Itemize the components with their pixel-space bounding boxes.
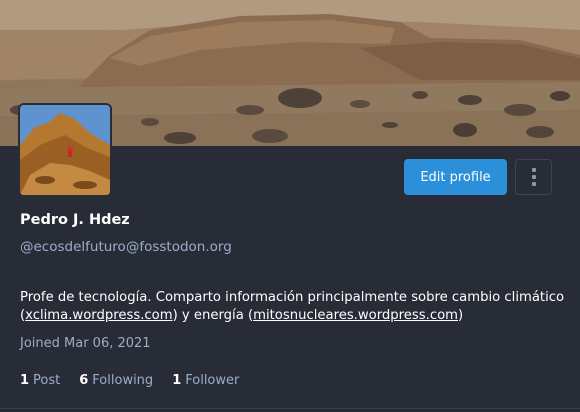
bio-link-mitosnucleares[interactable]: mitosnucleares.wordpress.com <box>253 308 458 323</box>
vertical-ellipsis-icon <box>531 168 536 186</box>
followers-stat[interactable]: 1 Follower <box>172 373 239 388</box>
posts-stat[interactable]: 1 Post <box>20 373 60 388</box>
followers-count: 1 <box>172 373 182 388</box>
avatar[interactable] <box>18 103 112 197</box>
following-count: 6 <box>79 373 89 388</box>
bio-link-xclima[interactable]: xclima.wordpress.com <box>25 308 172 323</box>
bio-text: ) <box>458 308 464 323</box>
profile-card: Edit profile Pedro J. Hdez @ecosdelfutur… <box>0 0 580 412</box>
joined-date: Joined Mar 06, 2021 <box>20 336 151 351</box>
posts-label: Post <box>33 373 61 388</box>
followers-label: Follower <box>185 373 240 388</box>
more-options-button[interactable] <box>515 159 552 195</box>
posts-count: 1 <box>20 373 30 388</box>
divider <box>0 408 580 409</box>
profile-stats: 1 Post 6 Following 1 Follower <box>20 373 239 388</box>
bio-text: ) y energía ( <box>172 308 254 323</box>
edit-profile-button[interactable]: Edit profile <box>404 159 507 195</box>
account-handle: @ecosdelfuturo@fosstodon.org <box>20 239 232 255</box>
following-stat[interactable]: 6 Following <box>79 373 153 388</box>
display-name: Pedro J. Hdez <box>20 212 130 228</box>
following-label: Following <box>92 373 154 388</box>
profile-bio: Profe de tecnología. Comparto informació… <box>20 289 572 325</box>
